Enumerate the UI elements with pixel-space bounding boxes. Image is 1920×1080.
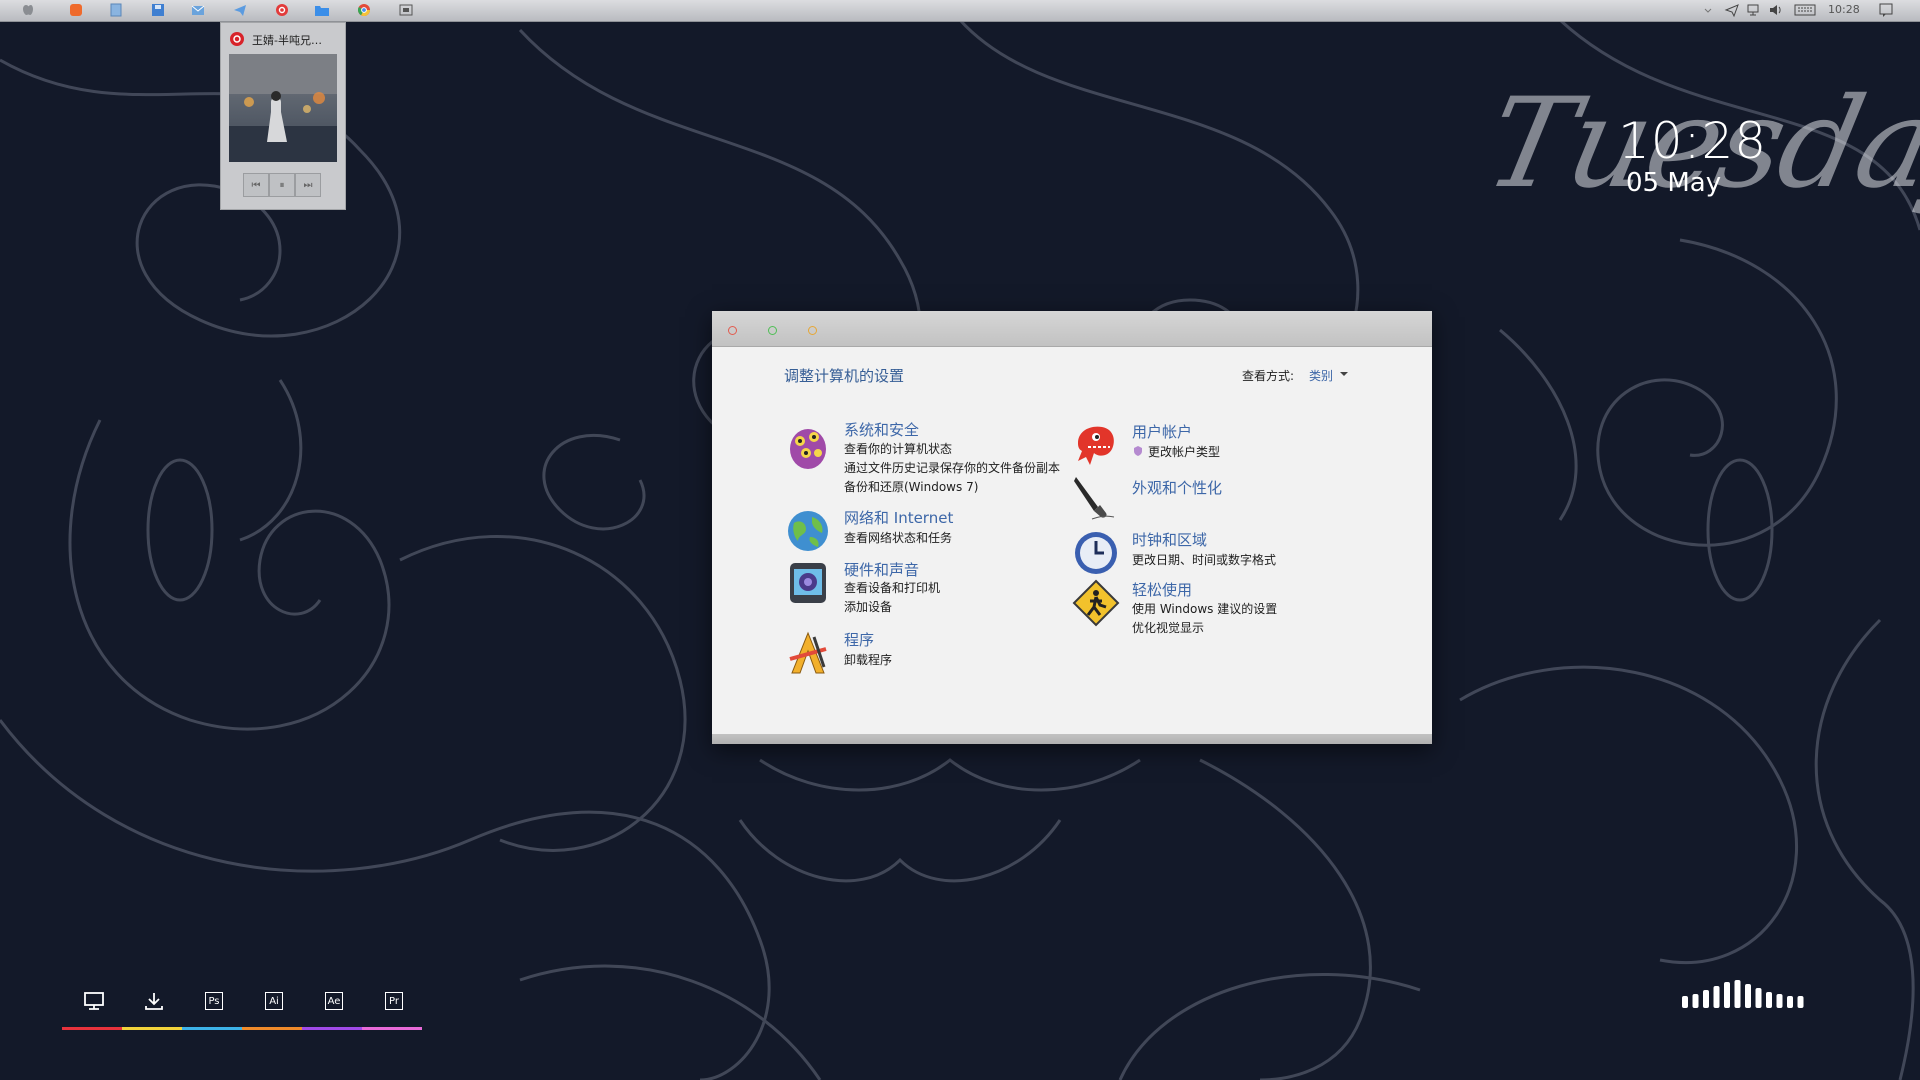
dock-underline-segment — [242, 1027, 302, 1030]
network-icon[interactable] — [1746, 2, 1762, 18]
window-icon[interactable] — [398, 2, 414, 18]
menu-bar: 10:28 — [0, 0, 1920, 22]
category-link[interactable]: 更改日期、时间或数字格式 — [1132, 551, 1276, 568]
orange-app-icon[interactable] — [68, 2, 84, 18]
netease-music-icon — [230, 32, 244, 46]
close-icon[interactable] — [728, 326, 737, 335]
dock-item-photoshop[interactable]: Ps — [203, 990, 225, 1012]
music-controls: ⏮ ⏸ ⏭ — [243, 173, 323, 197]
netease-music-icon[interactable] — [274, 2, 290, 18]
notepad-icon[interactable] — [108, 2, 124, 18]
visualizer-bar — [1797, 996, 1804, 1008]
menubar-clock[interactable]: 10:28 — [1828, 3, 1860, 16]
volume-icon[interactable] — [1768, 2, 1784, 18]
dock-item-desktop[interactable] — [83, 990, 105, 1012]
notification-icon[interactable] — [1878, 2, 1894, 18]
dock-item-downloads[interactable] — [143, 990, 165, 1012]
dock-item-after-effects[interactable]: Ae — [323, 990, 345, 1012]
category-title[interactable]: 时钟和区域 — [1132, 529, 1207, 550]
chevron-down-icon[interactable] — [1340, 372, 1348, 376]
song-title[interactable]: 王婧-半吨兄… — [252, 32, 322, 48]
mail-icon[interactable] — [190, 2, 206, 18]
category-title[interactable]: 程序 — [844, 629, 874, 650]
appearance-pen-icon[interactable] — [1072, 473, 1120, 521]
dock-underline-segment — [182, 1027, 242, 1030]
minimize-icon[interactable] — [808, 326, 817, 335]
category-link[interactable]: 卸载程序 — [844, 651, 892, 668]
folder-icon[interactable] — [314, 2, 330, 18]
chrome-icon[interactable] — [356, 2, 372, 18]
category-title[interactable]: 用户帐户 — [1132, 421, 1192, 442]
category-link[interactable]: 查看设备和打印机 — [844, 579, 940, 596]
window-statusbar — [712, 734, 1432, 744]
category-link[interactable]: 查看网络状态和任务 — [844, 529, 952, 546]
view-by-dropdown[interactable]: 类别 — [1309, 367, 1333, 384]
clock-time: 10:28 — [1618, 112, 1768, 170]
visualizer-bar — [1755, 988, 1762, 1008]
visualizer-bar — [1745, 984, 1751, 1008]
after-effects-icon: Ae — [325, 992, 343, 1010]
visualizer-bar — [1776, 994, 1783, 1008]
category-title[interactable]: 网络和 Internet — [844, 507, 953, 528]
telegram-icon[interactable] — [232, 2, 248, 18]
save-icon[interactable] — [150, 2, 166, 18]
hardware-sound-icon[interactable] — [784, 559, 832, 607]
previous-icon[interactable]: ⏮ — [243, 173, 269, 197]
category-title[interactable]: 轻松使用 — [1132, 579, 1192, 600]
category-link[interactable]: 更改帐户类型 — [1148, 443, 1220, 460]
category-link[interactable]: 添加设备 — [844, 598, 892, 615]
dock-underline-segment — [122, 1027, 182, 1030]
ease-of-access-icon[interactable] — [1072, 579, 1120, 627]
category-link[interactable]: 使用 Windows 建议的设置 — [1132, 600, 1277, 617]
programs-icon[interactable] — [784, 629, 832, 677]
clock-region-icon[interactable] — [1072, 529, 1120, 577]
control-panel-window: 调整计算机的设置 查看方式: 类别 系统和安全 查看你的计算机状态 通过文件历史… — [712, 311, 1432, 744]
monitor-icon — [84, 992, 104, 1010]
category-title[interactable]: 外观和个性化 — [1132, 477, 1222, 498]
music-widget: 王婧-半吨兄… ⏮ ⏸ ⏭ — [220, 22, 346, 210]
dock-item-premiere[interactable]: Pr — [383, 990, 405, 1012]
visualizer-bar — [1682, 996, 1688, 1008]
dock-underline-segment — [302, 1027, 362, 1030]
apple-icon[interactable] — [20, 2, 36, 18]
window-titlebar[interactable] — [712, 311, 1432, 347]
keyboard-icon[interactable] — [1794, 2, 1816, 18]
visualizer-bar — [1724, 982, 1730, 1008]
user-accounts-icon[interactable] — [1072, 421, 1120, 469]
category-link[interactable]: 查看你的计算机状态 — [844, 440, 952, 457]
category-title[interactable]: 系统和安全 — [844, 419, 919, 440]
audio-visualizer — [1682, 980, 1804, 1008]
visualizer-bar — [1787, 996, 1793, 1008]
illustrator-icon: Ai — [265, 992, 283, 1010]
shield-icon — [1134, 446, 1142, 456]
system-security-icon[interactable] — [784, 423, 832, 471]
dock-underline-segment — [62, 1027, 122, 1030]
chevron-down-icon[interactable] — [1700, 2, 1716, 18]
clock-date: 05 May — [1626, 168, 1722, 198]
category-title[interactable]: 硬件和声音 — [844, 559, 919, 580]
view-by-label: 查看方式: — [1242, 369, 1295, 383]
visualizer-bar — [1703, 990, 1709, 1008]
maximize-icon[interactable] — [768, 326, 777, 335]
dock-item-illustrator[interactable]: Ai — [263, 990, 285, 1012]
visualizer-bar — [1713, 986, 1720, 1008]
album-cover[interactable] — [229, 54, 337, 162]
category-link[interactable]: 备份和还原(Windows 7) — [844, 478, 978, 495]
photoshop-icon: Ps — [205, 992, 223, 1010]
download-icon — [145, 993, 163, 1010]
visualizer-bar — [1766, 992, 1772, 1008]
category-link[interactable]: 通过文件历史记录保存你的文件备份副本 — [844, 459, 1060, 476]
next-icon[interactable]: ⏭ — [295, 173, 321, 197]
pause-icon[interactable]: ⏸ — [269, 173, 295, 197]
network-globe-icon[interactable] — [784, 507, 832, 555]
category-link[interactable]: 优化视觉显示 — [1132, 619, 1204, 636]
page-title: 调整计算机的设置 — [784, 367, 905, 385]
visualizer-bar — [1734, 980, 1741, 1008]
visualizer-bar — [1692, 994, 1699, 1008]
premiere-icon: Pr — [385, 992, 403, 1010]
send-icon[interactable] — [1724, 2, 1740, 18]
dock-underline-segment — [362, 1027, 422, 1030]
